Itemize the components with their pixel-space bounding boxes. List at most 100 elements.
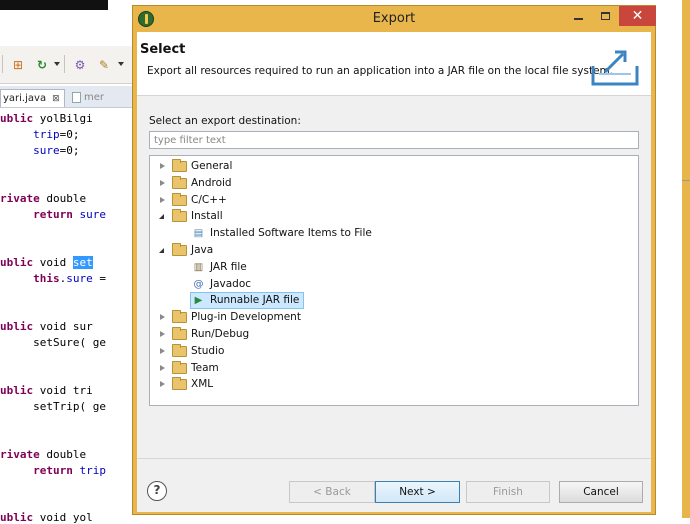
code-line: trip=0; (0, 128, 79, 141)
code-token: void (33, 256, 73, 269)
folder-icon (172, 159, 187, 172)
runnable-jar-icon: ▶ (194, 295, 203, 307)
ide-gap (108, 0, 134, 10)
tree-collapsed-icon[interactable] (160, 179, 165, 186)
code-line: setTrip( ge (0, 400, 106, 413)
tree-item-label: Javadoc (210, 277, 252, 290)
close-button[interactable]: ✕ (619, 6, 656, 26)
tree-item-label: Android (191, 176, 232, 189)
wizard-content: Select an export destination: General And… (137, 96, 651, 458)
run-tool-icon[interactable]: ⚙ (72, 57, 88, 73)
tree-collapsed-icon[interactable] (160, 381, 165, 388)
editor-tab-other[interactable]: mer (72, 89, 104, 107)
tree-item-label: Plug-in Development (191, 311, 301, 324)
code-token: ublic (0, 384, 34, 397)
tree-item-label: Run/Debug (191, 328, 250, 340)
code-token: trip (33, 128, 60, 141)
close-tab-icon[interactable]: ⊠ (52, 94, 60, 104)
export-destination-tree[interactable]: General Android C/C++ Install ▤ Installed Sof… (149, 155, 639, 406)
jar-file-icon: ▥ (193, 261, 204, 273)
editor-tab-label: yari.java (3, 93, 47, 104)
code-token: set (72, 256, 93, 269)
folder-icon (172, 327, 187, 340)
code-token: return (33, 208, 73, 221)
tree-item-label: JAR file (210, 260, 247, 273)
code-line: rivate double (0, 192, 86, 205)
destination-label: Select an export destination: (149, 115, 301, 127)
refresh-icon[interactable]: ↻ (34, 57, 50, 73)
toolbar-separator (64, 55, 65, 73)
folder-icon (172, 343, 187, 357)
minimize-button[interactable] (565, 6, 591, 26)
dialog-client-area: Select Export all resources required to … (137, 32, 651, 512)
code-token: double (39, 192, 87, 205)
maximize-button[interactable] (592, 6, 618, 26)
folder-icon (172, 310, 187, 324)
tree-collapsed-icon[interactable] (160, 163, 165, 169)
dropdown-arrow-icon[interactable] (54, 62, 60, 66)
next-button[interactable]: Next > (375, 481, 460, 503)
tree-collapsed-icon[interactable] (160, 196, 165, 203)
tree-expanded-icon[interactable] (159, 248, 164, 253)
code-token: sure (72, 208, 106, 221)
tree-item-label: Installed Software Items to File (210, 227, 372, 240)
filter-input[interactable] (149, 131, 639, 149)
code-token: rivate (0, 192, 40, 205)
dropdown-arrow-icon[interactable] (118, 62, 124, 66)
background-window-right (676, 0, 690, 518)
dialog-titlebar[interactable]: Export ✕ (133, 6, 656, 32)
code-token: setSure( ge (33, 336, 106, 349)
back-button[interactable]: < Back (289, 481, 375, 503)
tree-collapsed-icon[interactable] (160, 364, 165, 371)
code-token: rivate (0, 448, 40, 461)
help-icon[interactable]: ? (147, 481, 167, 501)
code-line: sure=0; (0, 144, 79, 157)
folder-icon (172, 360, 187, 374)
tree-collapsed-icon[interactable] (160, 347, 165, 354)
editor-tab-active[interactable]: yari.java ⊠ (0, 89, 65, 107)
finish-button[interactable]: Finish (466, 481, 550, 503)
code-line: this.sure = (0, 272, 106, 285)
wizard-page-title: Select (140, 42, 186, 57)
tree-item-label: Team (191, 361, 219, 374)
open-type-icon[interactable]: ✎ (96, 57, 112, 73)
code-line: ublic void tri (0, 384, 93, 397)
tree-collapsed-icon[interactable] (160, 331, 165, 337)
code-token: yolBilgi (33, 112, 93, 125)
ide-titlebar (0, 0, 108, 10)
code-line: ublic void sur (0, 320, 93, 333)
code-token: ublic (0, 256, 34, 269)
tree-expanded-icon[interactable] (159, 214, 164, 220)
code-line: return sure (0, 208, 106, 221)
export-dialog: Export ✕ Select Export all resources req… (132, 5, 656, 515)
grid-icon[interactable]: ⊞ (10, 57, 26, 73)
ide-toolbar: ⊞ ↻ ⚙ ✎ (0, 46, 134, 84)
folder-icon (172, 377, 187, 391)
code-line: setSure( ge (0, 336, 106, 349)
code-line: ublic void set (0, 256, 93, 269)
tree-item-label: XML (191, 378, 214, 391)
code-token: void tri (33, 384, 93, 397)
wizard-button-bar: ? < Back Next > Finish Cancel (137, 458, 651, 512)
editor-tab-label: mer (84, 92, 105, 103)
code-line: ublic yolBilgi (0, 112, 93, 125)
installed-software-icon: ▤ (193, 228, 204, 240)
editor-tab-bar: yari.java ⊠ mer (0, 86, 134, 108)
cancel-button[interactable]: Cancel (559, 481, 643, 503)
wizard-banner: Select Export all resources required to … (137, 32, 651, 96)
folder-icon (172, 209, 187, 223)
tree-item-label: Install (191, 210, 223, 223)
tree-collapsed-icon[interactable] (160, 314, 165, 321)
code-token: ublic (0, 320, 34, 333)
code-token: sure (33, 144, 60, 157)
folder-icon (172, 192, 187, 206)
code-token: sure (66, 272, 93, 285)
folder-icon (172, 243, 187, 256)
code-token: ublic (0, 112, 34, 125)
